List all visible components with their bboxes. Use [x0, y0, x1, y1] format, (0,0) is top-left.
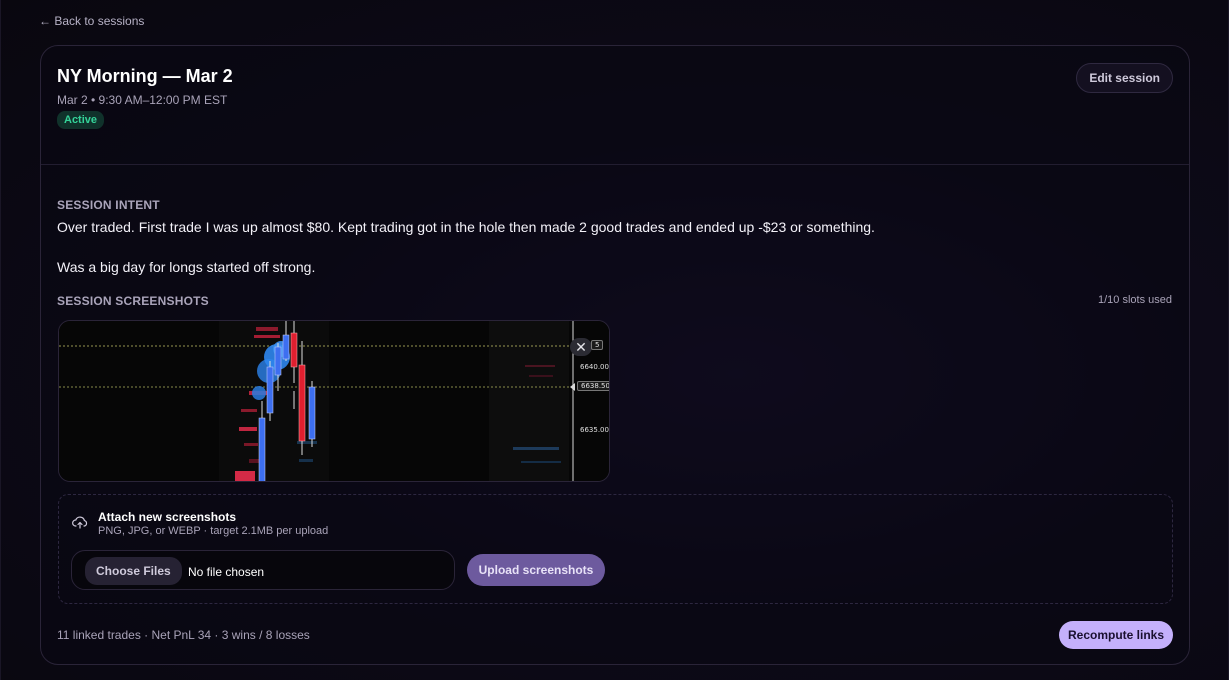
screenshot-thumbnail[interactable]: ✕ 5 6640.00 6638.50 6635.00: [58, 320, 610, 482]
edit-session-button[interactable]: Edit session: [1076, 63, 1173, 93]
session-card: NY Morning — Mar 2 Mar 2 • 9:30 AM–12:00…: [40, 45, 1190, 665]
upload-hint: PNG, JPG, or WEBP · target 2.1MB per upl…: [98, 525, 329, 537]
file-input[interactable]: Choose Files No file chosen: [71, 550, 455, 590]
session-screenshots-label: SESSION SCREENSHOTS: [57, 294, 209, 308]
chart-screenshot-image: [59, 321, 609, 481]
price-label-6638: 6638.50: [577, 381, 609, 391]
intent-paragraph-2: Was a big day for longs started off stro…: [57, 259, 316, 275]
slots-used-count: 1/10 slots used: [1098, 294, 1172, 306]
recompute-links-button[interactable]: Recompute links: [1059, 621, 1173, 649]
session-time-range: Mar 2 • 9:30 AM–12:00 PM EST: [57, 93, 228, 107]
session-intent-label: SESSION INTENT: [57, 198, 160, 212]
price-label-6635: 6635.00: [580, 426, 609, 434]
no-file-chosen-text: No file chosen: [188, 565, 265, 579]
upload-screenshots-button[interactable]: Upload screenshots: [467, 554, 605, 586]
price-label-6640: 6640.00: [580, 363, 609, 371]
page: ← Back to sessions NY Morning — Mar 2 Ma…: [0, 0, 1229, 680]
price-label-top: 5: [591, 340, 604, 350]
status-badge: Active: [57, 111, 105, 129]
back-to-sessions-link[interactable]: ← Back to sessions: [39, 14, 144, 28]
remove-screenshot-button[interactable]: ✕: [570, 338, 592, 356]
cloud-upload-icon: [72, 516, 88, 529]
upload-title: Attach new screenshots: [98, 510, 237, 524]
session-title: NY Morning — Mar 2: [57, 66, 233, 86]
intent-paragraph-1: Over traded. First trade I was up almost…: [57, 219, 875, 235]
session-header: NY Morning — Mar 2 Mar 2 • 9:30 AM–12:00…: [41, 46, 1189, 165]
linked-trades-summary: 11 linked trades · Net PnL 34 · 3 wins /…: [57, 628, 310, 642]
choose-files-button[interactable]: Choose Files: [85, 557, 182, 585]
upload-dropzone[interactable]: Attach new screenshots PNG, JPG, or WEBP…: [58, 494, 1173, 604]
